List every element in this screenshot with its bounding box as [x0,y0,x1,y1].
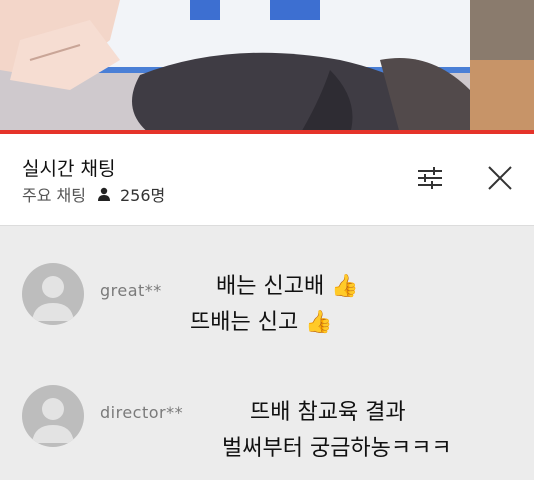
message-text-line: 뜨배는 신고 👍 [190,310,333,335]
chat-mode-label: 주요 채팅 [22,186,86,205]
chat-subtitle: 주요 채팅 256명 [22,182,165,206]
comic-scene-image [0,0,534,134]
settings-button[interactable] [414,164,446,196]
chat-header: 실시간 채팅 주요 채팅 256명 [0,134,534,226]
close-button[interactable] [484,164,516,196]
sliders-icon [416,166,444,194]
avatar [22,263,84,325]
chat-title: 실시간 채팅 [22,158,116,180]
close-icon [487,165,513,195]
viewer-count: 256명 [119,186,166,205]
message-text-line: 배는 신고배 👍 [216,274,359,299]
avatar [22,385,84,447]
chat-message-list[interactable]: great** 배는 신고배 👍 뜨배는 신고 👍 director** 뜨배 … [0,227,534,480]
message-username: great** [100,281,162,300]
message-text-line: 벌써부터 궁금하농ㅋㅋㅋ [222,436,452,461]
message-text-line: 뜨배 참교육 결과 [250,400,406,425]
message-username: director** [100,403,184,422]
person-icon [96,186,112,202]
